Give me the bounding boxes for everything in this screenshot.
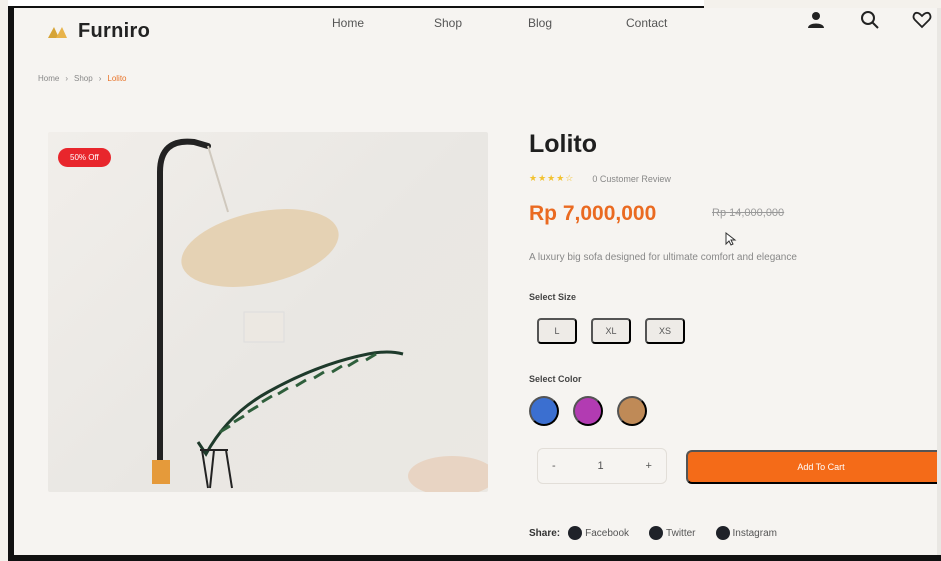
breadcrumb-separator: › — [98, 74, 102, 83]
breadcrumb-current: Lolito — [107, 74, 127, 83]
lamp-illustration — [152, 138, 488, 492]
share-twitter[interactable]: Twitter — [649, 526, 696, 540]
logo[interactable]: Furniro — [46, 20, 150, 43]
rating-row: ★★★★☆ 0 Customer Review — [529, 173, 671, 184]
quantity-stepper: - 1 + — [537, 448, 667, 484]
nav-contact[interactable]: Contact — [626, 16, 667, 30]
facebook-icon — [568, 526, 583, 540]
original-price: Rp 14,000,000 — [712, 207, 785, 219]
size-options: L XL XS — [537, 318, 685, 344]
logo-icon — [48, 26, 67, 38]
breadcrumb-separator: › — [65, 74, 69, 83]
user-icon[interactable] — [806, 10, 826, 30]
product-title: Lolito — [529, 130, 598, 158]
review-count[interactable]: 0 Customer Review — [592, 174, 671, 184]
share-row: Share: Facebook Twitter Instagram — [529, 526, 797, 540]
heart-icon[interactable] — [912, 10, 932, 30]
share-facebook[interactable]: Facebook — [568, 526, 629, 540]
quantity-decrease-button[interactable]: - — [552, 460, 556, 472]
instagram-icon — [715, 526, 730, 540]
size-option-l[interactable]: L — [537, 318, 577, 344]
brand-name: Furniro — [78, 20, 151, 42]
color-swatch-magenta[interactable] — [573, 396, 603, 426]
color-label: Select Color — [529, 374, 582, 384]
color-swatch-blue[interactable] — [529, 396, 559, 426]
mouse-cursor-icon — [725, 232, 737, 246]
add-to-cart-button[interactable]: Add To Cart — [686, 450, 941, 484]
share-label: Share: — [529, 527, 561, 539]
app-frame: Furniro Home Shop Blog Contact Home › Sh… — [8, 8, 941, 561]
product-price: Rp 7,000,000 — [529, 202, 657, 225]
top-strip — [8, 0, 704, 8]
breadcrumb-home[interactable]: Home — [38, 74, 59, 83]
breadcrumb-shop[interactable]: Shop — [74, 74, 93, 83]
header: Furniro Home Shop Blog Contact — [14, 8, 941, 68]
right-edge — [937, 8, 941, 555]
nav-home[interactable]: Home — [332, 16, 364, 30]
share-instagram-label: Instagram — [732, 527, 777, 539]
size-option-xs[interactable]: XS — [645, 318, 685, 344]
share-facebook-label: Facebook — [585, 527, 630, 539]
size-label: Select Size — [529, 292, 577, 302]
share-twitter-label: Twitter — [666, 527, 696, 539]
twitter-icon — [649, 526, 664, 540]
search-icon[interactable] — [860, 10, 880, 30]
breadcrumb: Home › Shop › Lolito — [38, 74, 127, 83]
product-image[interactable]: 50% Off — [48, 132, 488, 492]
share-instagram[interactable]: Instagram — [715, 526, 777, 540]
color-options — [529, 396, 647, 426]
nav-shop[interactable]: Shop — [434, 16, 462, 30]
color-swatch-tan[interactable] — [617, 396, 647, 426]
quantity-increase-button[interactable]: + — [646, 460, 652, 472]
size-option-xl[interactable]: XL — [591, 318, 631, 344]
nav-blog[interactable]: Blog — [528, 16, 552, 30]
rating-stars: ★★★★☆ — [529, 173, 575, 183]
quantity-value[interactable]: 1 — [598, 460, 604, 472]
sale-badge: 50% Off — [58, 148, 111, 167]
product-description: A luxury big sofa designed for ultimate … — [529, 252, 797, 263]
